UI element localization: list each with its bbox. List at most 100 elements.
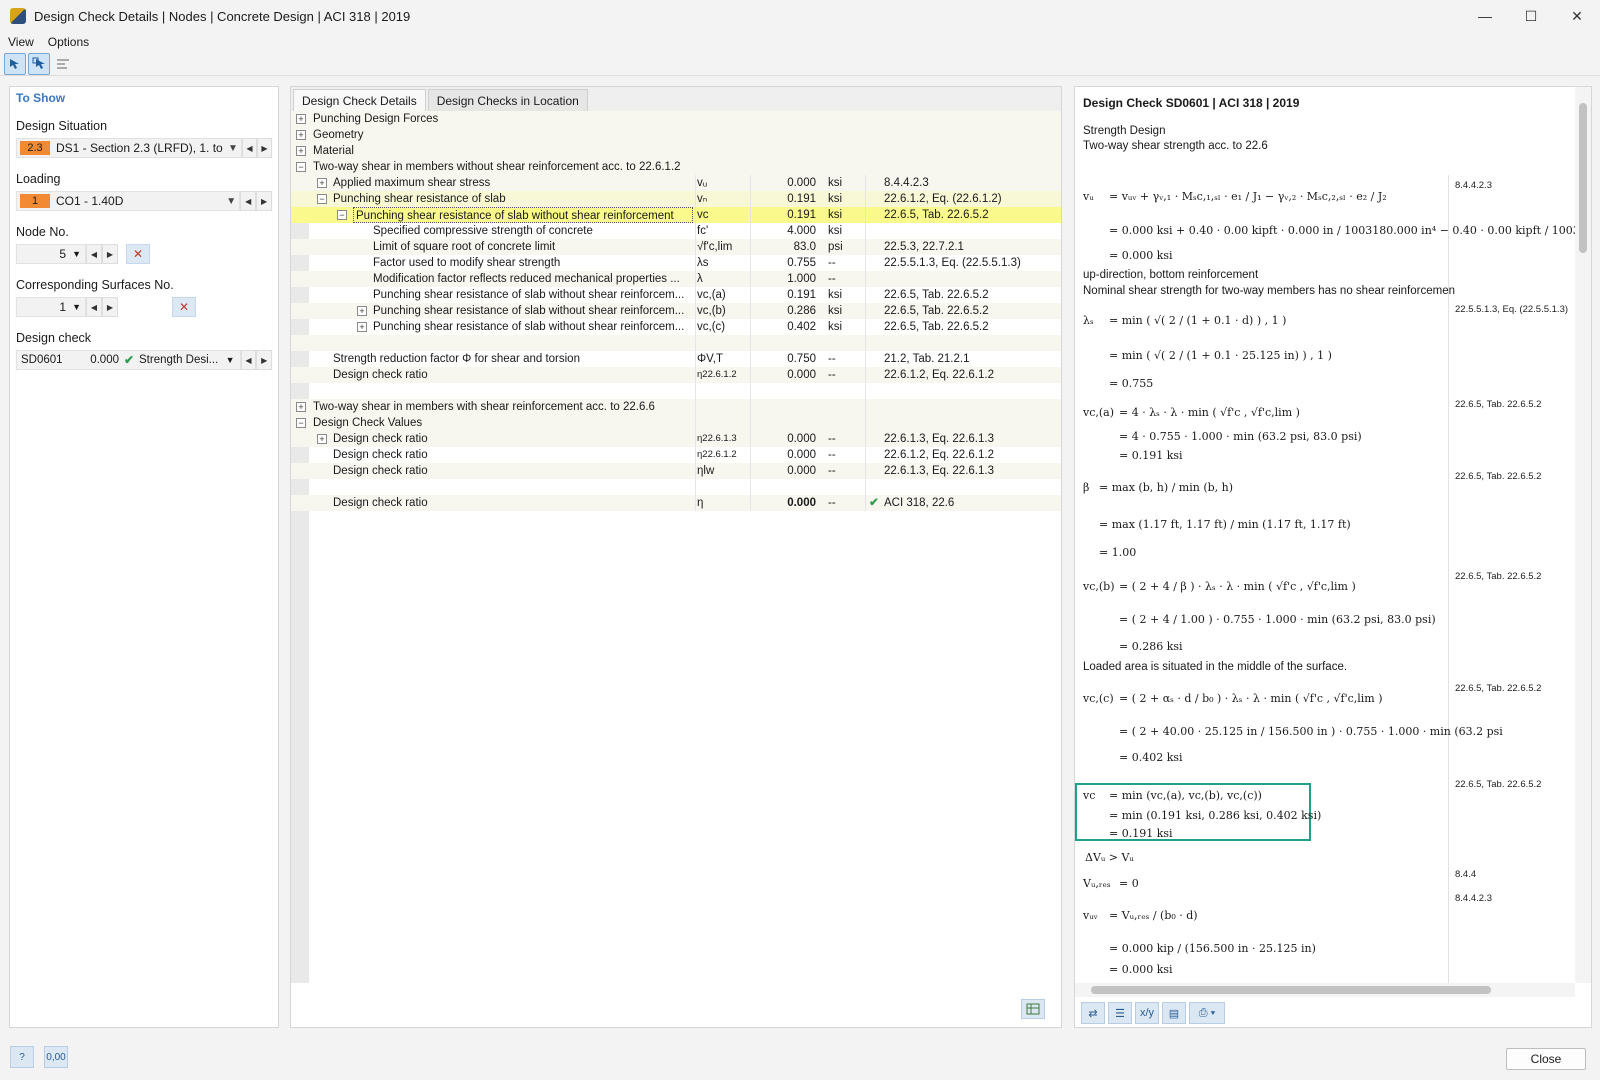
row-value: 0.750 <box>787 353 816 365</box>
expand-icon[interactable]: + <box>296 130 306 140</box>
expand-icon[interactable]: + <box>317 178 327 188</box>
eq-line: = 0.191 ksi <box>1109 827 1173 840</box>
tree-row[interactable]: Design check ratio η22.6.1.2 0.000 -- 22… <box>291 367 1061 383</box>
menu-view[interactable]: View <box>8 35 34 49</box>
tree-row[interactable]: + Geometry <box>291 127 1061 143</box>
row-label: Design check ratio <box>333 433 428 445</box>
previous-arrow-icon[interactable]: ◀ <box>240 191 257 211</box>
node-select[interactable]: 5 ▼ <box>16 244 86 264</box>
tree-row[interactable]: + Two-way shear in members with shear re… <box>291 399 1061 415</box>
tab-design-checks-in-location[interactable]: Design Checks in Location <box>427 89 588 111</box>
collapse-icon[interactable]: − <box>337 210 347 220</box>
tree-row[interactable]: Punching shear resistance of slab withou… <box>291 287 1061 303</box>
minimize-button[interactable]: — <box>1462 0 1508 32</box>
scrollbar-thumb[interactable] <box>1091 986 1491 994</box>
help-icon[interactable]: ? <box>10 1046 34 1068</box>
tree-row[interactable]: Design check ratio ηlw 0.000 -- 22.6.1.3… <box>291 463 1061 479</box>
next-arrow-icon[interactable]: ▶ <box>102 244 118 264</box>
tree-row[interactable]: + Design check ratio η22.6.1.3 0.000 -- … <box>291 431 1061 447</box>
units-icon[interactable]: 0,00 <box>44 1046 68 1068</box>
next-arrow-icon[interactable]: ▶ <box>256 191 272 211</box>
eq-line: = 0.402 ksi <box>1119 751 1183 764</box>
select-from-model-icon[interactable] <box>4 52 26 75</box>
row-value: 0.191 <box>787 289 816 301</box>
tree-row-selected[interactable]: − Punching shear resistance of slab with… <box>291 207 1061 223</box>
horizontal-scrollbar[interactable] <box>1075 983 1575 997</box>
column-divider <box>865 175 866 511</box>
tree-row[interactable]: Modification factor reflects reduced mec… <box>291 271 1061 287</box>
swap-view-icon[interactable]: ⇄ <box>1081 1002 1105 1024</box>
synchronize-selection-icon[interactable] <box>28 52 50 75</box>
to-show-header: To Show <box>16 91 66 105</box>
tree-row[interactable]: Design check ratio η22.6.1.2 0.000 -- 22… <box>291 447 1061 463</box>
chevron-down-icon: ▼ <box>72 249 81 259</box>
row-label: Factor used to modify shear strength <box>373 257 561 269</box>
pick-node-icon[interactable]: ✕ <box>126 244 150 264</box>
eq-line: = max (1.17 ft, 1.17 ft) / min (1.17 ft,… <box>1099 518 1351 531</box>
details-tree: + Punching Design Forces + Geometry + Ma… <box>291 111 1061 983</box>
formula-icon[interactable]: x/y <box>1135 1002 1159 1024</box>
print-icon[interactable]: ⎙ ▾ <box>1189 1002 1225 1024</box>
row-value: 0.000 <box>787 497 816 509</box>
expand-icon[interactable]: + <box>296 402 306 412</box>
window-title: Design Check Details | Nodes | Concrete … <box>34 8 411 24</box>
previous-arrow-icon[interactable]: ◀ <box>86 244 102 264</box>
menu-options[interactable]: Options <box>48 35 89 49</box>
expand-icon[interactable]: + <box>296 146 306 156</box>
previous-arrow-icon[interactable]: ◀ <box>86 297 102 317</box>
previous-arrow-icon[interactable]: ◀ <box>240 350 257 370</box>
maximize-button[interactable]: ☐ <box>1508 0 1554 32</box>
report-view-icon[interactable]: ▤ <box>1162 1002 1186 1024</box>
collapse-icon[interactable]: − <box>296 418 306 428</box>
tree-row[interactable]: + Punching Design Forces <box>291 111 1061 127</box>
tree-row[interactable]: Factor used to modify shear strength λs … <box>291 255 1061 271</box>
close-window-button[interactable]: ✕ <box>1554 0 1600 32</box>
report-subtitle: Strength Design <box>1083 125 1166 137</box>
tree-row[interactable]: − Two-way shear in members without shear… <box>291 159 1061 175</box>
collapse-icon[interactable]: − <box>296 162 306 172</box>
tree-row[interactable]: + Punching shear resistance of slab with… <box>291 303 1061 319</box>
tree-row[interactable]: + Applied maximum shear stress vᵤ 0.000 … <box>291 175 1061 191</box>
design-situation-select[interactable]: 2.3 DS1 - Section 2.3 (LRFD), 1. to 5. ▼ <box>16 138 242 158</box>
design-check-type: Strength Desi... <box>139 354 219 366</box>
next-arrow-icon[interactable]: ▶ <box>256 350 272 370</box>
loading-select[interactable]: 1 CO1 - 1.40D ▼ <box>16 191 241 211</box>
table-view-icon[interactable] <box>52 53 74 75</box>
expand-icon[interactable]: + <box>357 322 367 332</box>
tree-row[interactable]: Strength reduction factor Φ for shear an… <box>291 351 1061 367</box>
close-button[interactable]: Close <box>1506 1048 1586 1070</box>
collapse-icon[interactable]: − <box>317 194 327 204</box>
tree-row[interactable]: − Design Check Values <box>291 415 1061 431</box>
window-controls: — ☐ ✕ <box>1462 0 1600 32</box>
expand-icon[interactable]: + <box>317 434 327 444</box>
chevron-down-icon: ▼ <box>228 142 238 154</box>
next-arrow-icon[interactable]: ▶ <box>257 138 272 158</box>
previous-arrow-icon[interactable]: ◀ <box>242 138 257 158</box>
row-symbol: η22.6.1.2 <box>697 369 737 380</box>
design-check-select[interactable]: SD0601 0.000 ✔ Strength Desi... ▼ <box>16 350 241 370</box>
tree-row[interactable]: Design check ratio η 0.000 -- ✔ ACI 318,… <box>291 495 1061 511</box>
export-table-icon[interactable] <box>1021 999 1045 1019</box>
row-unit: ksi <box>828 305 843 317</box>
next-arrow-icon[interactable]: ▶ <box>102 297 118 317</box>
pick-surface-icon[interactable]: ✕ <box>172 297 196 317</box>
expand-icon[interactable]: + <box>357 306 367 316</box>
surfaces-select[interactable]: 1 ▼ <box>16 297 86 317</box>
list-indent-icon[interactable]: ☰ <box>1108 1002 1132 1024</box>
row-label: Two-way shear in members with shear rein… <box>313 401 655 413</box>
tab-design-check-details[interactable]: Design Check Details <box>293 89 426 111</box>
eq-line: = ( 2 + 4 / 1.00 ) · 0.755 · 1.000 · min… <box>1119 613 1436 626</box>
tree-row[interactable]: − Punching shear resistance of slab vₙ 0… <box>291 191 1061 207</box>
scrollbar-thumb[interactable] <box>1579 103 1587 253</box>
vertical-scrollbar[interactable] <box>1575 87 1591 983</box>
details-tabs: Design Check Details Design Checks in Lo… <box>291 87 1061 111</box>
tree-row[interactable]: Specified compressive strength of concre… <box>291 223 1061 239</box>
row-reference: 21.2, Tab. 21.2.1 <box>884 353 970 365</box>
tree-row[interactable]: Limit of square root of concrete limit √… <box>291 239 1061 255</box>
tree-row[interactable]: + Material <box>291 143 1061 159</box>
tree-row[interactable]: + Punching shear resistance of slab with… <box>291 319 1061 335</box>
eq-line: = min (vc,(a), vc,(b), vc,(c)) <box>1109 789 1262 802</box>
eq-symbol: λₛ <box>1083 314 1094 327</box>
row-label: Punching shear resistance of slab withou… <box>353 207 693 223</box>
expand-icon[interactable]: + <box>296 114 306 124</box>
